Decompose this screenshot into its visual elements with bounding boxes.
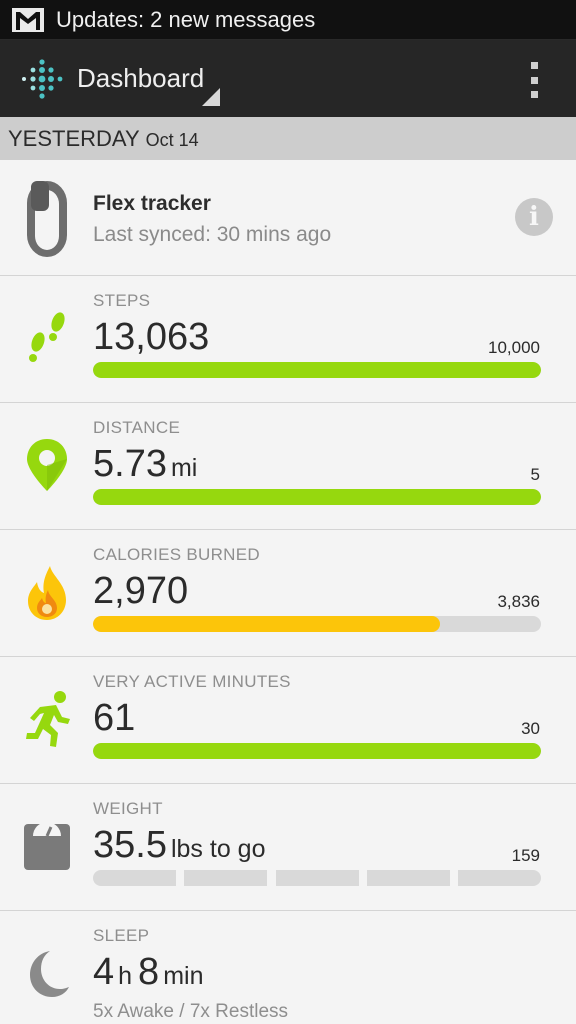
calories-progress-bar bbox=[93, 616, 541, 632]
active-minutes-value: 61 bbox=[93, 697, 136, 739]
weight-progress-segment bbox=[184, 870, 268, 886]
day-label: YESTERDAY bbox=[8, 125, 140, 151]
footsteps-icon bbox=[29, 312, 65, 362]
weight-progress-segment bbox=[93, 870, 176, 886]
steps-label: STEPS bbox=[93, 291, 151, 310]
active-minutes-progress-bar bbox=[93, 743, 541, 759]
moon-icon bbox=[30, 951, 69, 997]
distance-progress-fill bbox=[93, 489, 541, 505]
steps-progress-bar bbox=[93, 362, 541, 378]
distance-value: 5.73 bbox=[93, 443, 167, 485]
weight-progress-segment bbox=[458, 870, 541, 886]
weight-goal: 159 bbox=[511, 846, 540, 865]
calories-label: CALORIES BURNED bbox=[93, 545, 260, 564]
sleep-label: SLEEP bbox=[93, 926, 150, 945]
info-icon[interactable]: i bbox=[515, 198, 553, 236]
weight-label: WEIGHT bbox=[93, 799, 163, 818]
device-row[interactable]: Flex tracker Last synced: 30 mins ago i bbox=[0, 160, 576, 276]
distance-progress-bar bbox=[93, 489, 541, 505]
notification-text: Updates: 2 new messages bbox=[56, 6, 316, 32]
distance-value-wrap: 5.73 mi bbox=[93, 443, 197, 486]
sleep-minutes-unit: min bbox=[163, 962, 204, 990]
weight-unit: lbs to go bbox=[170, 835, 266, 863]
weight-tile[interactable]: WEIGHT 35.5 lbs to go 159 bbox=[0, 784, 576, 911]
map-pin-icon bbox=[27, 439, 67, 491]
active-minutes-tile[interactable]: VERY ACTIVE MINUTES 61 30 bbox=[0, 657, 576, 784]
spinner-indicator-icon[interactable] bbox=[202, 88, 220, 106]
sleep-tile[interactable]: SLEEP 4 h 8 min 5x Awake / 7x Restless bbox=[0, 911, 576, 1024]
date-header: YESTERDAY Oct 14 bbox=[0, 117, 576, 160]
steps-goal: 10,000 bbox=[488, 338, 540, 357]
date-label: Oct 14 bbox=[145, 129, 199, 150]
sleep-minutes: 8 bbox=[138, 951, 160, 993]
weight-progress-segment bbox=[366, 870, 450, 886]
fitbit-logo-icon[interactable] bbox=[20, 57, 64, 101]
active-minutes-goal: 30 bbox=[521, 719, 540, 738]
calories-goal: 3,836 bbox=[497, 592, 540, 611]
sleep-summary: 5x Awake / 7x Restless bbox=[93, 1001, 289, 1022]
distance-label: DISTANCE bbox=[93, 418, 181, 437]
action-bar: Dashboard bbox=[0, 40, 576, 117]
gmail-icon bbox=[12, 7, 44, 32]
screen-title[interactable]: Dashboard bbox=[77, 63, 204, 94]
distance-unit: mi bbox=[170, 454, 198, 482]
weight-value: 35.5 bbox=[93, 824, 167, 866]
active-minutes-progress-fill bbox=[93, 743, 541, 759]
steps-progress-fill bbox=[93, 362, 541, 378]
weight-progress-segment bbox=[275, 870, 359, 886]
sleep-duration: 4 h 8 min bbox=[93, 951, 209, 994]
overflow-menu-icon[interactable] bbox=[526, 62, 542, 98]
weight-progress-bar bbox=[93, 870, 541, 886]
device-name: Flex tracker bbox=[93, 192, 211, 215]
calories-value: 2,970 bbox=[93, 570, 189, 612]
status-bar: Updates: 2 new messages bbox=[0, 0, 576, 40]
running-person-icon bbox=[26, 691, 70, 747]
scale-icon bbox=[24, 822, 70, 870]
weight-value-wrap: 35.5 lbs to go bbox=[93, 824, 265, 867]
calories-progress-fill bbox=[93, 616, 440, 632]
active-minutes-label: VERY ACTIVE MINUTES bbox=[93, 672, 291, 691]
flex-band-icon bbox=[27, 181, 67, 257]
flame-icon bbox=[28, 566, 66, 620]
steps-value: 13,063 bbox=[93, 316, 210, 358]
distance-tile[interactable]: DISTANCE 5.73 mi 5 bbox=[0, 403, 576, 530]
last-synced-text: Last synced: 30 mins ago bbox=[93, 223, 332, 246]
sleep-hours: 4 bbox=[93, 951, 115, 993]
distance-goal: 5 bbox=[530, 465, 540, 484]
steps-tile[interactable]: STEPS 13,063 10,000 bbox=[0, 276, 576, 403]
calories-tile[interactable]: CALORIES BURNED 2,970 3,836 bbox=[0, 530, 576, 657]
sleep-hours-unit: h bbox=[118, 962, 133, 990]
